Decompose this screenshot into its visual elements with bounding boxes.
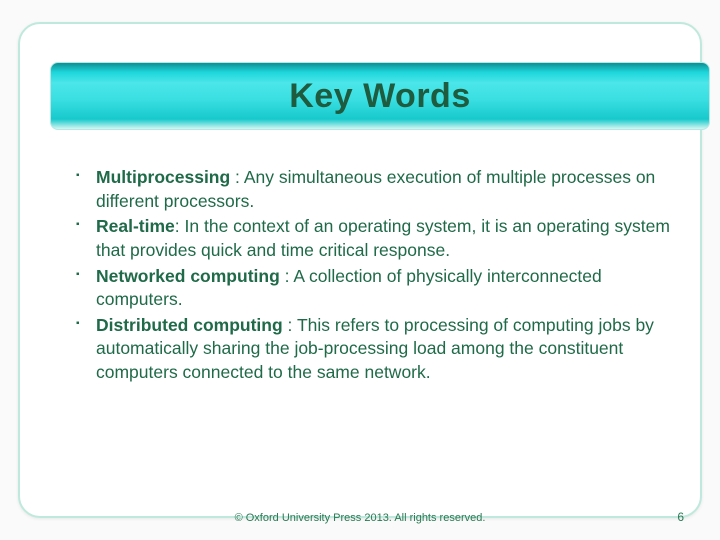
list-item: Distributed computing : This refers to p… [76,314,690,385]
title-bar: Key Words [50,62,710,130]
page-number: 6 [677,510,684,524]
list-item: Networked computing : A collection of ph… [76,265,690,312]
term: Multiprocessing [96,167,235,187]
term: Networked computing [96,266,285,286]
sep: : [235,167,244,187]
slide-card: Key Words Multiprocessing : Any simultan… [18,22,702,518]
sep: : [288,315,297,335]
list-item: Multiprocessing : Any simultaneous execu… [76,166,690,213]
term: Real-time [96,216,175,236]
footer-copyright: © Oxford University Press 2013. All righ… [0,512,720,524]
slide-title: Key Words [289,77,470,116]
content-area: Multiprocessing : Any simultaneous execu… [76,166,690,387]
list-item: Real-time: In the context of an operatin… [76,215,690,262]
term: Distributed computing [96,315,288,335]
keyword-list: Multiprocessing : Any simultaneous execu… [76,166,690,385]
sep: : [175,216,185,236]
